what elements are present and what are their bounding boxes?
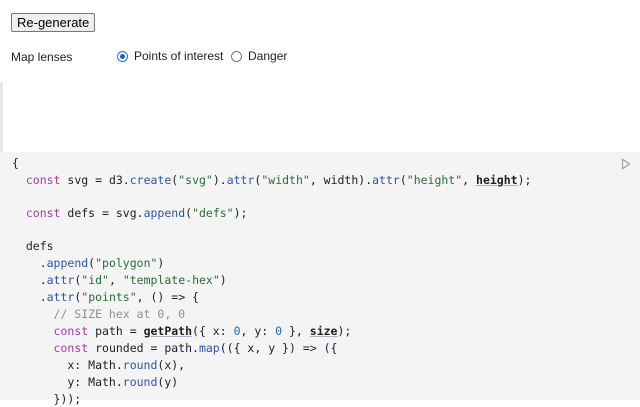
code-line: const rounded = path.map(({ x, y }) => (…	[53, 341, 338, 355]
lens-option-label: Danger	[248, 49, 288, 63]
code-line: x: Math.round(x),	[12, 358, 186, 372]
code-line: .append("polygon")	[12, 256, 165, 270]
code-line: {	[12, 156, 19, 170]
code-line: .attr("id", "template-hex")	[12, 273, 227, 287]
map-lenses-label: Map lenses	[11, 50, 73, 64]
code-line: const defs = svg.append("defs");	[25, 206, 248, 220]
code-line: .attr("points", () => {	[12, 290, 199, 304]
controls-panel: Re-generate Map lenses Points of interes…	[0, 0, 640, 82]
code-line: defs	[12, 239, 54, 253]
regenerate-button[interactable]: Re-generate	[11, 13, 96, 32]
code-line: const svg = d3.create("svg").attr("width…	[25, 173, 532, 187]
code-editor[interactable]: { const svg = d3.create("svg").attr("wid…	[0, 152, 640, 406]
lens-option-label: Points of interest	[134, 49, 224, 63]
lens-option-points-of-interest[interactable]: Points of interest	[117, 49, 223, 63]
lens-option-danger[interactable]: Danger	[231, 49, 287, 63]
radio-unselected-icon[interactable]	[231, 50, 242, 62]
radio-selected-icon[interactable]	[117, 50, 128, 62]
cell-output	[3, 82, 640, 152]
play-icon[interactable]	[621, 158, 631, 170]
code-line: const path = getPath({ x: 0, y: 0 }, siz…	[53, 324, 352, 338]
code-line: }));	[12, 392, 82, 406]
code-line: // SIZE hex at 0, 0	[12, 307, 186, 321]
code-line: y: Math.round(y)	[12, 375, 179, 389]
